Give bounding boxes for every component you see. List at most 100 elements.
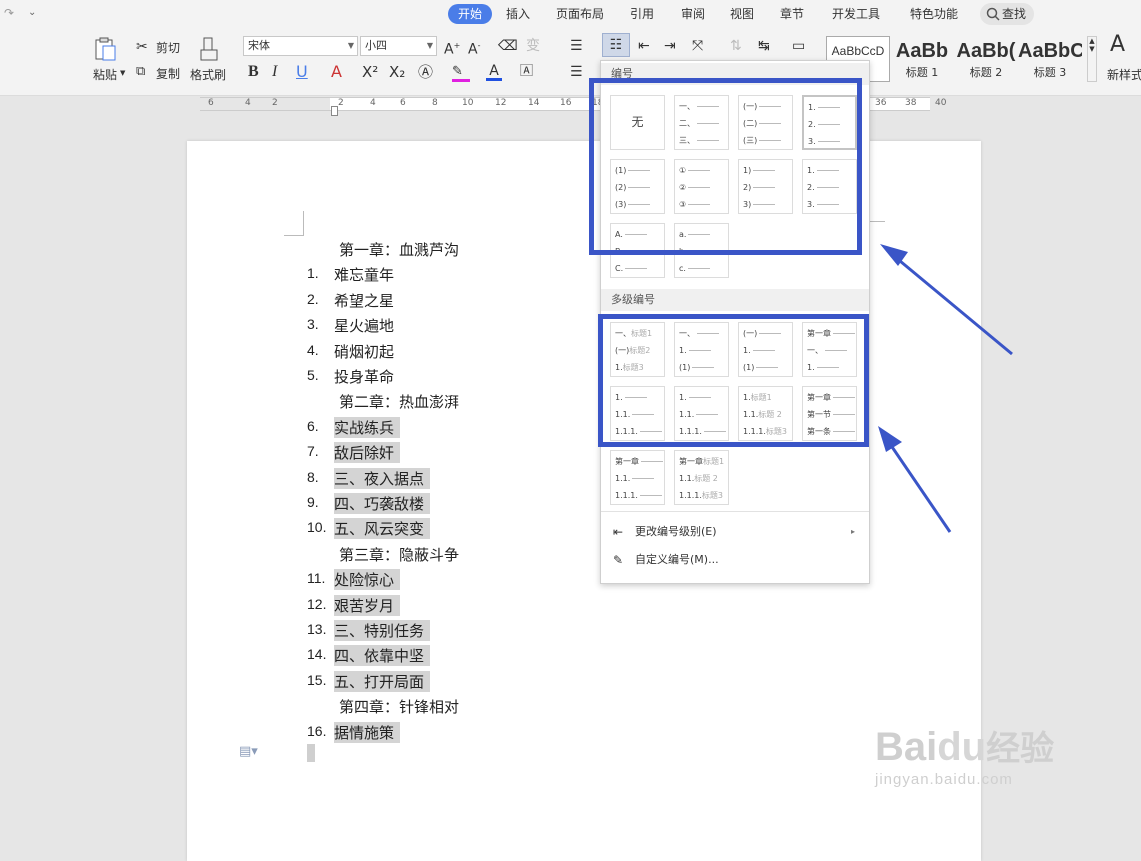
- annotation-box-multilevel: [598, 314, 869, 447]
- new-style-icon[interactable]: A: [1110, 34, 1125, 56]
- text-direction-icon[interactable]: ⤧: [692, 37, 703, 55]
- ruler-number: 10: [462, 98, 474, 108]
- change-level-item[interactable]: ⇤ 更改编号级别(E) ▸: [609, 519, 861, 545]
- tab-2[interactable]: 页面布局: [550, 4, 610, 24]
- list-number: 1.: [307, 265, 319, 282]
- style-gallery-scroll[interactable]: ▲ ▼: [1087, 36, 1097, 82]
- list-number: 5.: [307, 367, 319, 383]
- watermark: Baidu经验 jingyan.baidu.com: [875, 725, 1055, 788]
- numbered-list-icon: ☷: [609, 37, 623, 53]
- subscript-icon[interactable]: X₂: [389, 63, 405, 81]
- custom-numbering-item[interactable]: ✎ 自定义编号(M)...: [609, 547, 861, 573]
- list-number: 8.: [307, 468, 319, 485]
- list-number: 16.: [307, 722, 327, 739]
- italic-icon[interactable]: I: [272, 63, 277, 81]
- cell-row: 第一章: [615, 457, 663, 467]
- strikethrough-icon[interactable]: A: [331, 63, 342, 81]
- list-item: 实战练兵: [334, 416, 401, 438]
- line-spacing-icon[interactable]: ↹: [758, 37, 770, 55]
- copy-button[interactable]: 复制: [156, 65, 180, 82]
- cell-row: C.: [615, 264, 648, 274]
- cell-row: 1.1.: [615, 474, 655, 484]
- chevron-down-icon: ▼: [426, 41, 433, 50]
- font-size-select[interactable]: 小四 ▼: [360, 36, 437, 56]
- style-1[interactable]: AaBb 标题 1: [890, 36, 954, 82]
- ruler-number: 12: [495, 98, 507, 108]
- ruler-number: 4: [370, 98, 376, 108]
- ruler-number: 40: [935, 98, 947, 108]
- phonetic-icon[interactable]: 变: [526, 37, 540, 55]
- list-number: 15.: [307, 671, 327, 688]
- chevron-right-icon: ▸: [850, 527, 855, 536]
- bold-icon[interactable]: B: [248, 63, 259, 81]
- text-cursor: [307, 744, 315, 762]
- list-item: 投身革命: [334, 368, 395, 386]
- list-item: 艰苦岁月: [334, 594, 401, 616]
- align-left-icon[interactable]: ☰: [570, 63, 583, 81]
- indent-marker[interactable]: [331, 106, 338, 116]
- tab-1[interactable]: 插入: [500, 4, 536, 24]
- grow-font-icon[interactable]: A+: [444, 37, 460, 59]
- table-ruler-icon[interactable]: ▭: [792, 37, 805, 55]
- tab-0[interactable]: 开始: [448, 4, 493, 24]
- annotation-arrows: [878, 244, 1013, 533]
- font-color-icon[interactable]: A: [486, 64, 502, 82]
- chapter-heading: 第三章：隐蔽斗争: [339, 545, 460, 564]
- list-number: 12.: [307, 595, 327, 612]
- list-item: 难忘童年: [334, 266, 395, 285]
- paragraph-layout-icon[interactable]: ▤▾: [239, 744, 258, 759]
- superscript-icon[interactable]: X²: [362, 63, 378, 81]
- paste-label[interactable]: 粘贴: [93, 66, 117, 83]
- text-effect-icon[interactable]: Ⓐ: [418, 63, 433, 81]
- style-preview: AaBb: [895, 40, 949, 62]
- list-number: 2.: [307, 290, 319, 307]
- increase-indent-icon[interactable]: ⇥: [664, 37, 676, 55]
- tab-6[interactable]: 章节: [774, 4, 810, 24]
- bullet-list-icon[interactable]: ☰: [570, 37, 583, 55]
- ruler-number: 2: [272, 98, 278, 108]
- decrease-indent-icon[interactable]: ⇤: [638, 37, 650, 55]
- shrink-font-icon[interactable]: A-: [468, 37, 480, 59]
- style-caption: 标题 1: [905, 66, 939, 79]
- list-number: 14.: [307, 646, 327, 663]
- tab-4[interactable]: 审阅: [675, 4, 711, 24]
- tab-5[interactable]: 视图: [724, 4, 760, 24]
- highlight-color-icon[interactable]: ✎: [452, 64, 470, 82]
- underline-icon[interactable]: U: [296, 63, 308, 81]
- quick-access-dropdown-icon[interactable]: ⌄: [28, 4, 36, 22]
- cell-row: 第一章标题1: [679, 457, 725, 466]
- multilevel-style-9[interactable]: 第一章标题1 1.1.标题 2 1.1.1.标题3: [674, 450, 729, 505]
- ruler-number: 6: [400, 98, 406, 108]
- paste-dropdown-icon[interactable]: ▼: [120, 69, 125, 77]
- format-painter-icon[interactable]: [198, 36, 220, 65]
- cut-button[interactable]: 剪切: [156, 39, 180, 56]
- clipboard-icon: [95, 37, 116, 61]
- style-3[interactable]: AaBbC 标题 3: [1018, 36, 1082, 82]
- list-number: 4.: [307, 341, 319, 358]
- chapter-heading: 第四章：针锋相对: [339, 698, 460, 717]
- tab-3[interactable]: 引用: [624, 4, 660, 24]
- style-2[interactable]: AaBb(标题 2: [954, 36, 1018, 82]
- redo-icon[interactable]: ↷: [4, 4, 14, 22]
- copy-icon[interactable]: ⧉: [136, 63, 145, 81]
- font-name-select[interactable]: 宋体 ▼: [243, 36, 358, 56]
- list-number: 3.: [307, 316, 319, 333]
- numbered-list-button[interactable]: ☷: [602, 33, 630, 57]
- new-style-button[interactable]: 新样式: [1107, 66, 1141, 83]
- cell-row: 1.1.标题 2: [679, 474, 718, 483]
- list-number: 6.: [307, 417, 319, 434]
- list-item: 据情施策: [334, 721, 401, 743]
- style-caption: 标题 2: [969, 66, 1003, 79]
- clear-format-icon[interactable]: ⌫: [498, 37, 518, 55]
- cut-icon[interactable]: ✂: [136, 38, 148, 56]
- margin-corner-mark: [284, 211, 304, 236]
- chapter-heading: 第二章：热血澎湃: [339, 393, 460, 412]
- style-preview: AaBbC: [1018, 40, 1082, 62]
- list-number: 7.: [307, 443, 319, 460]
- paste-button[interactable]: [92, 36, 124, 64]
- multilevel-style-8[interactable]: 第一章 1.1. 1.1.1.: [610, 450, 665, 505]
- sort-icon[interactable]: ⇅: [730, 37, 742, 55]
- format-painter-button[interactable]: 格式刷: [190, 66, 226, 83]
- char-border-icon[interactable]: 🄰: [520, 63, 533, 81]
- ribbon: ↷ ⌄ 开始 插入 页面布局 引用 审阅 视图 章节 开发工具 特色功能 查找 粘贴 ▼ ✂ 剪…: [0, 0, 1141, 96]
